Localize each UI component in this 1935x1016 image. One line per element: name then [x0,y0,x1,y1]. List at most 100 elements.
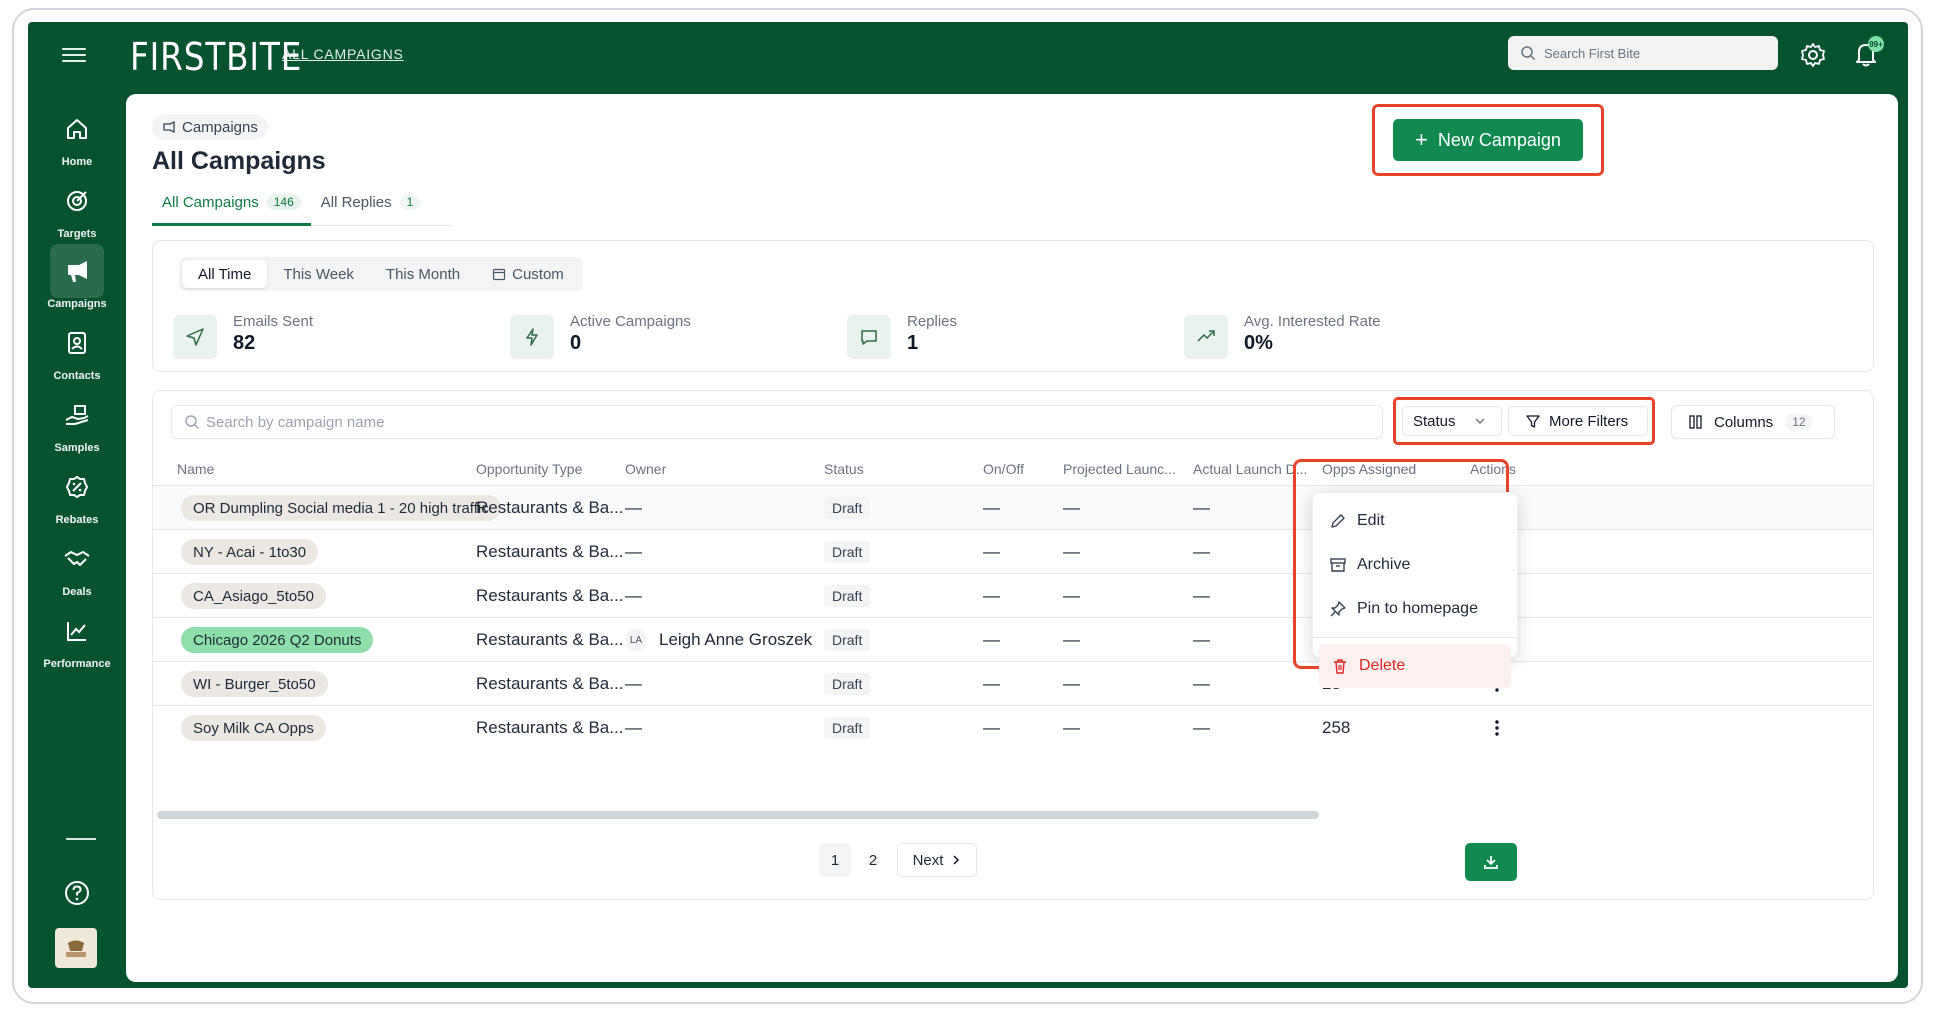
col-header-projected-launch[interactable]: Projected Launc... [1063,461,1176,477]
page-2-button[interactable]: 2 [857,843,889,877]
cell-owner: — [625,574,642,618]
status-badge: Draft [824,497,871,519]
col-header-on-off[interactable]: On/Off [983,461,1024,477]
global-search-placeholder: Search First Bite [1544,45,1641,61]
col-header-actual-launch[interactable]: Actual Launch D... [1193,461,1307,477]
date-range-selector: All Time This Week This Month Custom [179,257,583,291]
campaign-name-pill[interactable]: Soy Milk CA Opps [181,715,326,741]
cell-owner: — [625,530,642,574]
row-actions-kebab-icon[interactable] [1487,716,1507,740]
settings-gear-icon[interactable] [1798,40,1828,70]
stat-label: Replies [907,313,958,330]
table-header: Name Opportunity Type Owner Status On/Of… [153,461,1873,483]
sidebar-item-label: Home [61,156,93,168]
help-icon[interactable] [60,876,94,910]
stat-label: Active Campaigns [570,313,691,330]
tab-count-badge: 1 [399,194,421,210]
columns-label: Columns [1714,413,1774,431]
campaign-search-placeholder: Search by campaign name [206,413,385,431]
menu-item-edit[interactable]: Edit [1313,499,1517,543]
notifications-bell-icon[interactable]: 99+ [1850,36,1884,70]
contact-card-icon [50,316,104,370]
campaign-name-pill[interactable]: CA_Asiago_5to50 [181,583,326,609]
new-campaign-button[interactable]: + New Campaign [1393,119,1583,161]
sidebar-item-deals[interactable]: Deals [28,532,126,612]
cell-opportunity-type: Restaurants & Ba... [476,718,624,737]
menu-icon[interactable] [62,44,86,68]
table-row[interactable]: WI - Burger_5to50 Restaurants & Ba... — … [153,661,1873,706]
table-row[interactable]: Soy Milk CA Opps Restaurants & Ba... — D… [153,705,1873,749]
menu-item-archive[interactable]: Archive [1313,543,1517,587]
calendar-icon [493,268,506,281]
sidebar-item-label: Deals [62,586,92,598]
campaign-search-input[interactable]: Search by campaign name [171,405,1383,439]
cell-owner: LA Leigh Anne Groszek [625,618,812,662]
col-header-owner[interactable]: Owner [625,461,666,477]
status-filter-dropdown[interactable]: Status [1402,406,1502,436]
sidebar: Home Targets Campaigns Contacts Samples … [28,94,126,988]
status-badge: Draft [824,673,871,695]
columns-button[interactable]: Columns 12 [1671,405,1835,439]
new-campaign-label: New Campaign [1437,129,1561,150]
owner-avatar: LA [625,629,647,651]
account-avatar[interactable] [55,928,97,968]
col-header-status[interactable]: Status [824,461,864,477]
notifications-badge: 99+ [1868,36,1884,52]
cell-projected-launch: — [1063,542,1080,561]
col-header-name[interactable]: Name [177,461,214,477]
campaign-name-pill[interactable]: Chicago 2026 Q2 Donuts [181,627,374,653]
owner-name: — [625,674,642,693]
percent-badge-icon [50,460,104,514]
main-panel: Campaigns All Campaigns + New Campaign A… [126,94,1898,982]
sidebar-item-home[interactable]: Home [28,102,126,182]
table-row[interactable]: CA_Asiago_5to50 Restaurants & Ba... — Dr… [153,573,1873,618]
cell-actual-launch: — [1193,630,1210,649]
tab-bar: All Campaigns 146 All Replies 1 [152,194,452,226]
campaign-name-pill[interactable]: OR Dumpling Social media 1 - 20 high tra… [181,495,501,521]
next-page-button[interactable]: Next [897,843,977,877]
sidebar-item-contacts[interactable]: Contacts [28,316,126,396]
menu-item-label: Edit [1357,512,1385,529]
cell-opps-assigned: 258 [1322,718,1351,737]
menu-item-pin-to-homepage[interactable]: Pin to homepage [1313,587,1517,631]
page-title: All Campaigns [152,147,326,175]
tab-all-campaigns[interactable]: All Campaigns 146 [152,194,311,226]
sidebar-item-label: Performance [43,658,111,670]
top-breadcrumb[interactable]: ALL CAMPAIGNS [282,46,404,62]
range-custom[interactable]: Custom [476,260,580,288]
cell-actual-launch: — [1193,586,1210,605]
horizontal-scrollbar[interactable] [157,811,1319,819]
more-filters-button[interactable]: More Filters [1508,406,1648,436]
page-1-button[interactable]: 1 [819,843,851,877]
menu-item-delete[interactable]: Delete [1319,644,1511,688]
cell-opportunity-type: Restaurants & Ba... [476,586,624,605]
table-row[interactable]: OR Dumpling Social media 1 - 20 high tra… [153,485,1873,529]
download-button[interactable] [1465,843,1517,881]
next-label: Next [912,851,944,869]
campaign-name-pill[interactable]: WI - Burger_5to50 [181,671,328,697]
plus-icon: + [1415,127,1428,152]
campaign-name-pill[interactable]: NY - Acai - 1to30 [181,539,319,565]
sidebar-item-samples[interactable]: Samples [28,388,126,468]
app-logo[interactable]: FIRSTBITE [130,35,302,79]
owner-name: — [625,498,642,517]
cell-owner: — [625,662,642,706]
sidebar-item-performance[interactable]: Performance [28,604,126,684]
owner-name: — [625,542,642,561]
sidebar-item-rebates[interactable]: Rebates [28,460,126,540]
sidebar-item-campaigns[interactable]: Campaigns [28,244,126,324]
menu-divider [1313,637,1517,638]
table-row[interactable]: NY - Acai - 1to30 Restaurants & Ba... — … [153,529,1873,574]
tab-all-replies[interactable]: All Replies 1 [311,194,431,226]
tab-label: All Replies [320,194,392,211]
table-row[interactable]: Chicago 2026 Q2 Donuts Restaurants & Ba.… [153,617,1873,662]
range-this-month[interactable]: This Month [370,260,476,288]
col-header-opportunity-type[interactable]: Opportunity Type [476,461,582,477]
columns-icon [1689,415,1702,429]
global-search-input[interactable]: Search First Bite [1508,36,1778,70]
archive-box-icon [1330,558,1346,572]
sidebar-item-targets[interactable]: Targets [28,174,126,254]
breadcrumb[interactable]: Campaigns [152,114,268,140]
range-all-time[interactable]: All Time [182,260,268,288]
range-this-week[interactable]: This Week [267,260,370,288]
